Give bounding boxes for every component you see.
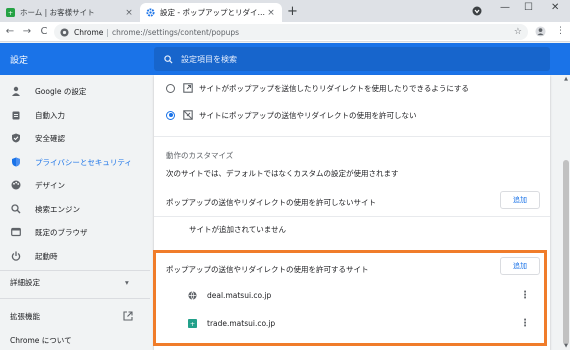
- section-divider: [154, 216, 550, 217]
- sidebar-item-label: Chrome について: [10, 335, 72, 345]
- sidebar-divider: [0, 270, 150, 271]
- tab-strip: + ホーム | お客様サイト × 設定 - ポップアップとリダイレクト × + …: [0, 0, 570, 22]
- site-favicon-icon: +: [6, 8, 15, 17]
- radio-block[interactable]: [166, 110, 175, 120]
- scrollbar[interactable]: ▲ ▼: [562, 75, 570, 350]
- sidebar-item-about[interactable]: Chrome について: [0, 330, 150, 350]
- option-allow-popups[interactable]: サイトがポップアップを送信したりリダイレクトを使用したりできるようにする: [154, 81, 550, 95]
- sidebar-item-label: 検索エンジン: [35, 204, 80, 214]
- reload-button[interactable]: C: [37, 26, 51, 37]
- sidebar-item-label: Google の設定: [35, 86, 87, 96]
- palette-icon: [10, 179, 22, 191]
- sidebar-item-label: 起動時: [35, 251, 58, 261]
- sidebar-item-privacy[interactable]: プライバシーとセキュリティ: [0, 152, 150, 172]
- tab-close-button[interactable]: ×: [266, 8, 276, 18]
- browser-toolbar: ← → C Chrome | chrome://settings/content…: [0, 22, 570, 42]
- svg-text:+: +: [8, 10, 13, 17]
- settings-search-input[interactable]: 設定項目を検索: [154, 47, 550, 71]
- person-icon: [10, 85, 22, 97]
- scroll-up-arrow[interactable]: ▲: [562, 76, 570, 82]
- add-blocked-site-button[interactable]: 追加: [500, 191, 540, 209]
- maximize-button[interactable]: ☐: [524, 2, 533, 13]
- sidebar-item-label: 安全確認: [35, 133, 65, 143]
- url-text: chrome://settings/content/popups: [111, 27, 240, 37]
- sidebar-item-label: プライバシーとセキュリティ: [35, 157, 132, 167]
- chevron-down-icon: ▾: [125, 277, 129, 287]
- sidebar-item-google[interactable]: Google の設定: [0, 81, 150, 101]
- profile-avatar-icon[interactable]: [535, 26, 546, 37]
- new-tab-button[interactable]: +: [287, 4, 298, 19]
- chrome-icon: [60, 27, 69, 37]
- blocked-sites-label: ポップアップの送信やリダイレクトの使用を許可しないサイト: [166, 198, 376, 207]
- tab-title: 設定 - ポップアップとリダイレクト: [160, 8, 266, 17]
- search-placeholder: 設定項目を検索: [181, 54, 237, 64]
- minimize-button[interactable]: —: [500, 2, 510, 13]
- close-window-button[interactable]: ✕: [551, 2, 559, 13]
- search-icon: [164, 54, 173, 64]
- tab-search-icon[interactable]: [472, 6, 482, 16]
- radio-allow[interactable]: [166, 83, 175, 93]
- scroll-down-arrow[interactable]: ▼: [562, 343, 570, 349]
- shield-icon: [10, 156, 22, 168]
- highlight-box: [153, 250, 547, 346]
- url-scheme: Chrome: [74, 27, 104, 37]
- scroll-thumb[interactable]: [563, 160, 569, 345]
- sidebar-item-extensions[interactable]: 拡張機能: [0, 306, 150, 326]
- custom-section-description: 次のサイトでは、デフォルトではなくカスタムの設定が使用されます: [166, 169, 399, 178]
- address-bar[interactable]: Chrome | chrome://settings/content/popup…: [54, 24, 528, 40]
- tab-home[interactable]: + ホーム | お客様サイト ×: [0, 3, 140, 22]
- sidebar-item-advanced[interactable]: 詳細設定 ▾: [0, 272, 150, 292]
- tab-title: ホーム | お客様サイト: [20, 8, 95, 17]
- sidebar-item-label: 既定のブラウザ: [35, 227, 88, 237]
- sidebar-item-appearance[interactable]: デザイン: [0, 175, 150, 195]
- shield-check-icon: [10, 132, 22, 144]
- url-separator: |: [106, 27, 109, 37]
- custom-section-title: 動作のカスタマイズ: [166, 151, 234, 160]
- forward-button[interactable]: →: [20, 26, 34, 37]
- popup-allowed-icon: [183, 83, 193, 93]
- sidebar-item-autofill[interactable]: 自動入力: [0, 105, 150, 125]
- open-in-new-icon: [123, 311, 133, 321]
- no-sites-note: サイトが追加されていません: [189, 225, 287, 234]
- clipboard-icon: [10, 109, 22, 121]
- option-label: サイトがポップアップを送信したりリダイレクトを使用したりできるようにする: [199, 83, 469, 93]
- gear-icon: [146, 8, 155, 17]
- tab-settings[interactable]: 設定 - ポップアップとリダイレクト ×: [140, 3, 282, 22]
- power-icon: [10, 250, 22, 262]
- sidebar-divider: [0, 298, 150, 299]
- sidebar-item-on-startup[interactable]: 起動時: [0, 246, 150, 266]
- search-icon: [10, 203, 22, 215]
- sidebar-item-default-browser[interactable]: 既定のブラウザ: [0, 222, 150, 242]
- settings-sidebar: Google の設定 自動入力 安全確認 プライバシーとセキュリティ デザイン …: [0, 75, 150, 350]
- section-divider: [154, 136, 550, 137]
- settings-header: 設定 設定項目を検索: [0, 43, 570, 75]
- chrome-menu-button[interactable]: ⋮: [556, 26, 565, 36]
- sidebar-item-label: 拡張機能: [10, 311, 40, 321]
- tab-close-button[interactable]: ×: [124, 8, 134, 18]
- back-button[interactable]: ←: [3, 26, 17, 37]
- bookmark-star-icon[interactable]: ☆: [514, 27, 522, 37]
- browser-icon: [10, 226, 22, 238]
- sidebar-item-label: 詳細設定: [10, 277, 40, 287]
- sidebar-item-search-engine[interactable]: 検索エンジン: [0, 199, 150, 219]
- option-block-popups[interactable]: サイトにポップアップの送信やリダイレクトの使用を許可しない: [154, 108, 550, 122]
- popup-blocked-icon: [183, 110, 193, 120]
- option-label: サイトにポップアップの送信やリダイレクトの使用を許可しない: [199, 110, 417, 120]
- sidebar-item-label: 自動入力: [35, 110, 65, 120]
- sidebar-item-label: デザイン: [35, 180, 65, 190]
- page-title: 設定: [10, 56, 29, 66]
- sidebar-item-safety-check[interactable]: 安全確認: [0, 128, 150, 148]
